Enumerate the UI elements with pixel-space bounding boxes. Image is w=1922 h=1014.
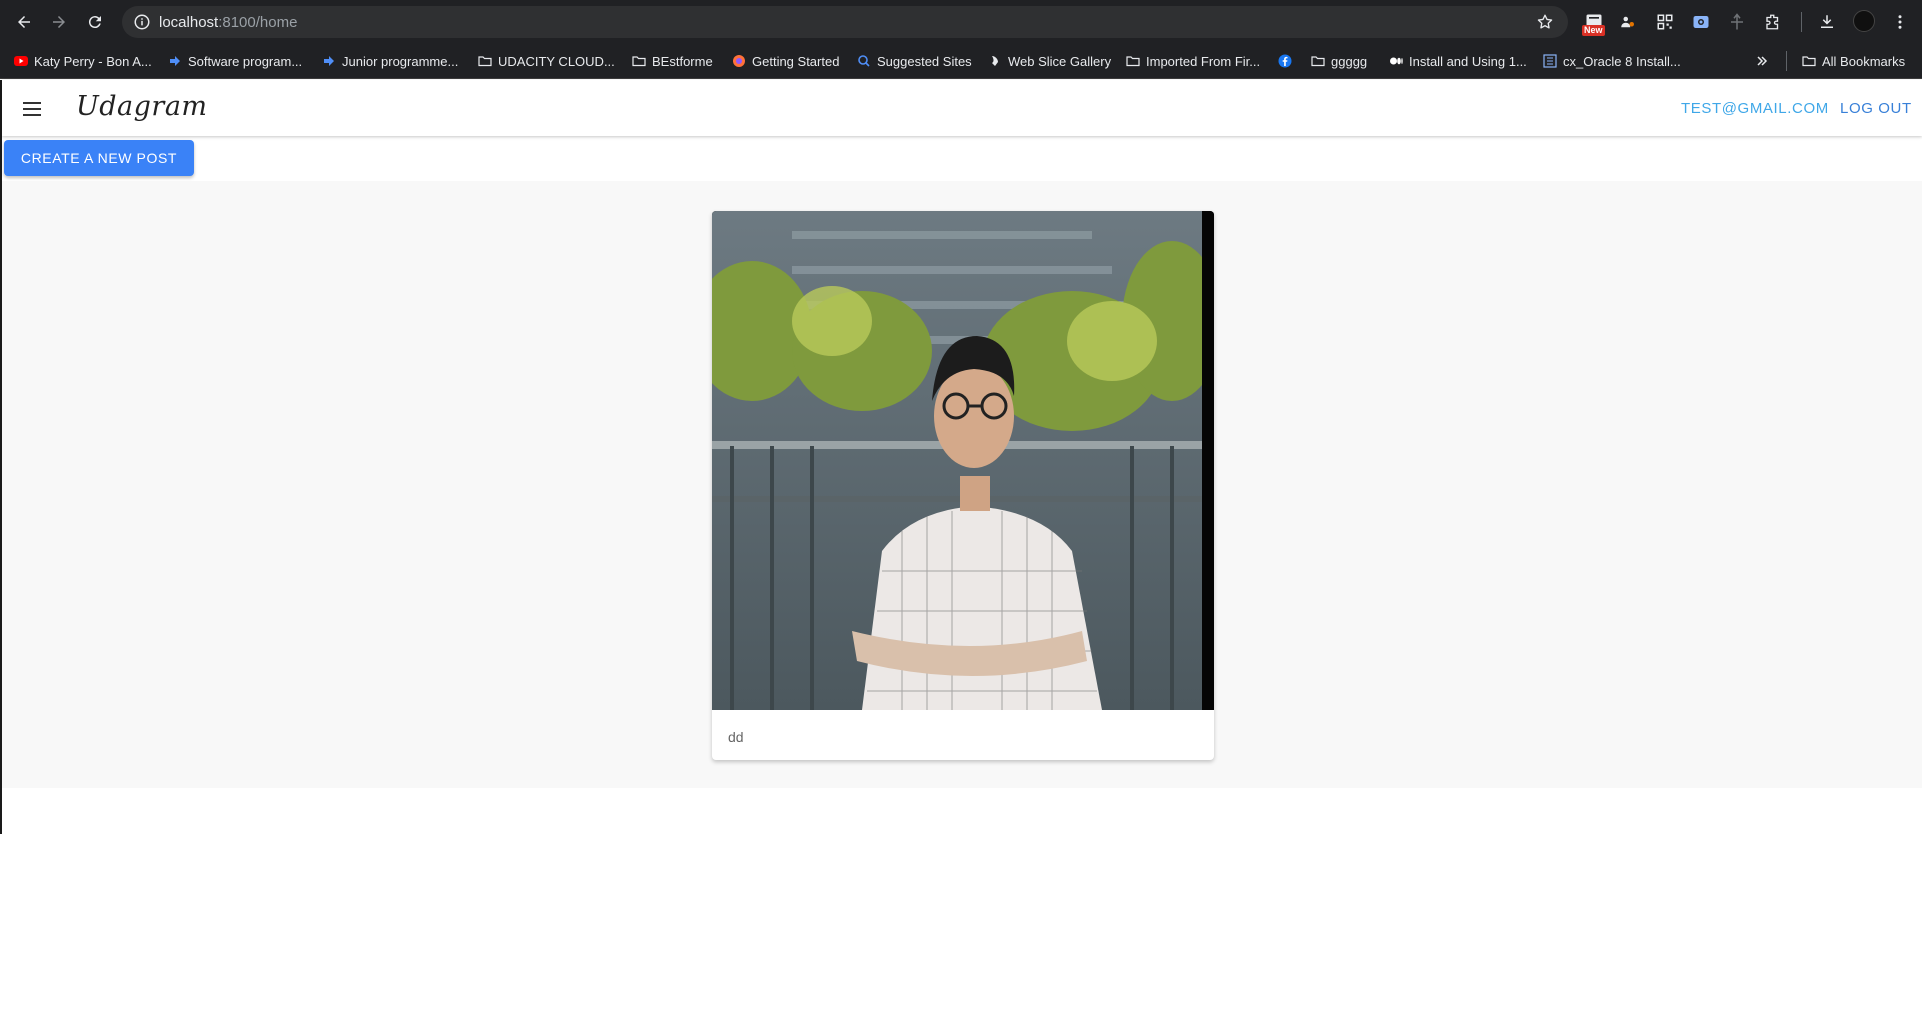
more-bookmarks-button[interactable] — [1755, 51, 1769, 71]
folder-icon — [1802, 54, 1816, 68]
arrow-icon — [322, 54, 336, 68]
medium-icon — [1389, 54, 1403, 68]
toolbar-divider — [1801, 12, 1802, 32]
bookmark-label: Software program... — [188, 53, 303, 69]
double-chevron-icon — [1755, 54, 1769, 68]
bookmark-item[interactable]: Katy Perry - Bon A... — [14, 51, 152, 71]
folder-icon — [1311, 54, 1325, 68]
extensions-puzzle-icon[interactable] — [1761, 10, 1785, 34]
new-badge: New — [1582, 25, 1605, 36]
firefox-icon — [732, 54, 746, 68]
extension-ruler-icon[interactable] — [1725, 10, 1749, 34]
bookmark-folder[interactable]: BEstforme — [632, 51, 713, 71]
app-logo: Udagram — [76, 91, 208, 122]
post-caption: dd — [728, 729, 744, 745]
bookmark-label: Web Slice Gallery — [1008, 53, 1112, 69]
bookmark-item[interactable]: Getting Started — [732, 51, 839, 71]
post-photo — [712, 211, 1214, 710]
bookmark-label: cx_Oracle 8 Install... — [1563, 53, 1681, 69]
bookmark-label: ggggg — [1331, 53, 1368, 69]
doc-icon — [1543, 54, 1557, 68]
folder-icon — [1126, 54, 1140, 68]
site-info-icon[interactable] — [133, 13, 151, 31]
url-path: :8100/home — [218, 14, 298, 31]
reload-icon — [88, 16, 101, 29]
extension-new-icon[interactable]: New — [1582, 10, 1606, 36]
bookmark-folder[interactable]: UDACITY CLOUD... — [478, 51, 615, 71]
extension-screen-icon[interactable] — [1689, 10, 1713, 34]
facebook-icon — [1278, 54, 1292, 68]
url-text: localhost:8100/home — [159, 14, 297, 31]
chrome-menu-icon[interactable] — [1888, 10, 1912, 34]
bookmark-item[interactable]: Web Slice Gallery — [988, 51, 1111, 71]
bookmark-label: BEstforme — [652, 53, 713, 69]
bookmark-label: Junior programme... — [342, 53, 459, 69]
bookmark-item[interactable]: Suggested Sites — [857, 51, 972, 71]
browser-toolbar: localhost:8100/home New — [0, 0, 1922, 43]
all-bookmarks-label: All Bookmarks — [1822, 53, 1906, 69]
bookmark-item[interactable]: Software program... — [168, 51, 302, 71]
back-arrow-icon — [18, 16, 30, 28]
search-icon — [857, 54, 871, 68]
folder-icon — [478, 54, 492, 68]
bookmark-folder[interactable]: ggggg — [1311, 51, 1367, 71]
bookmark-label: Suggested Sites — [877, 53, 972, 69]
url-host: localhost — [159, 14, 219, 31]
feed-card: dd — [712, 211, 1214, 760]
extension-puzzle-person-icon[interactable] — [1616, 10, 1640, 34]
downloads-icon[interactable] — [1815, 10, 1839, 34]
folder-icon — [632, 54, 646, 68]
bookmark-item[interactable] — [1278, 51, 1292, 71]
arrow-icon — [168, 54, 182, 68]
address-bar[interactable]: localhost:8100/home — [122, 6, 1568, 38]
bookmark-item[interactable]: Junior programme... — [322, 51, 458, 71]
create-post-button[interactable]: CREATE A NEW POST — [4, 140, 194, 176]
bookmarks-divider — [1786, 51, 1787, 71]
bookmark-star-icon[interactable] — [1536, 13, 1554, 31]
bookmark-label: Install and Using 1... — [1409, 53, 1527, 69]
forward-button[interactable] — [46, 9, 72, 35]
app-header: Udagram TEST@GMAIL.COM LOG OUT — [2, 80, 1922, 136]
bookmark-item[interactable]: cx_Oracle 8 Install... — [1543, 51, 1681, 71]
bookmark-label: Imported From Fir... — [1146, 53, 1261, 69]
app-page: Udagram TEST@GMAIL.COM LOG OUT CREATE A … — [0, 80, 1922, 1014]
user-email-link[interactable]: TEST@GMAIL.COM — [1681, 100, 1829, 117]
slice-icon — [988, 54, 1002, 68]
back-button[interactable] — [11, 9, 37, 35]
bookmark-label: Katy Perry - Bon A... — [34, 53, 152, 69]
hamburger-menu-icon[interactable] — [20, 97, 44, 121]
bookmark-folder[interactable]: Imported From Fir... — [1126, 51, 1260, 71]
reload-button[interactable] — [82, 9, 108, 35]
extension-qr-icon[interactable] — [1653, 10, 1677, 34]
profile-avatar[interactable] — [1853, 10, 1875, 32]
logout-button[interactable]: LOG OUT — [1840, 100, 1912, 117]
bookmark-item[interactable]: Install and Using 1... — [1389, 51, 1527, 71]
feed-container: dd — [2, 181, 1922, 788]
bookmark-label: Getting Started — [752, 53, 840, 69]
youtube-icon — [14, 54, 28, 68]
all-bookmarks-button[interactable]: All Bookmarks — [1802, 51, 1905, 71]
bookmarks-bar: Katy Perry - Bon A... Software program..… — [0, 43, 1922, 79]
forward-arrow-icon — [53, 16, 65, 28]
bookmark-label: UDACITY CLOUD... — [498, 53, 615, 69]
